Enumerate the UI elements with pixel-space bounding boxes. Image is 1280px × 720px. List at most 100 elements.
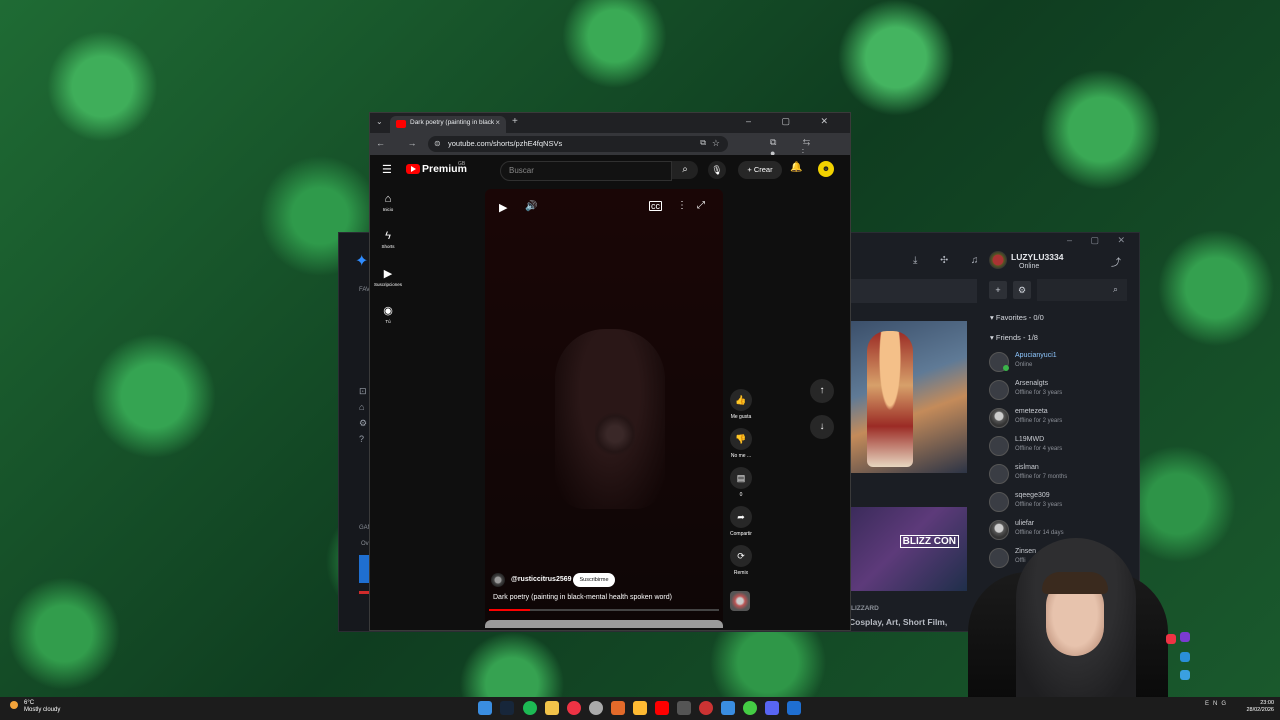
open-in-icon[interactable]: ⧉	[700, 138, 706, 148]
home-icon: ⌂	[384, 193, 392, 205]
create-label: Crear	[753, 165, 773, 174]
youtube-logo-icon[interactable]	[406, 164, 420, 174]
friend-name: emetezeta	[1015, 408, 1048, 415]
app-icon[interactable]	[611, 701, 625, 715]
share-button[interactable]: ➦ Compartir	[724, 506, 758, 537]
next-short-button[interactable]: ↓	[810, 415, 834, 439]
friend-item[interactable]: emetezeta Offline for 2 years	[989, 405, 1129, 431]
friend-avatar	[989, 464, 1009, 484]
favorites-label: Favorites - 0/0	[995, 313, 1044, 322]
friend-item[interactable]: sislman Offline for 7 months	[989, 461, 1129, 487]
dislike-button[interactable]: 👎 No me ...	[724, 428, 758, 459]
app-icon[interactable]	[721, 701, 735, 715]
chrome-icon[interactable]	[743, 701, 757, 715]
app-tray-icon[interactable]	[1180, 652, 1190, 662]
mic-icon: 🎙	[711, 165, 723, 175]
launcher-side-icons[interactable]: ⊡ ⌂ ⚙?	[359, 383, 367, 447]
volume-icon[interactable]: 🔊	[525, 201, 537, 212]
tab-close-icon[interactable]: ×	[495, 118, 500, 127]
next-short-preview[interactable]	[485, 620, 723, 628]
favorites-header[interactable]: ▾ Favorites - 0/0	[990, 313, 1044, 322]
user-avatar[interactable]	[989, 251, 1007, 269]
captions-icon[interactable]: cc	[649, 201, 662, 211]
app-icon[interactable]	[677, 701, 691, 715]
battlenet-icon[interactable]	[787, 701, 801, 715]
manage-friends-button[interactable]: ⚙	[1013, 281, 1031, 299]
youtube-icon[interactable]	[655, 701, 669, 715]
steam-icon[interactable]	[500, 701, 514, 715]
spotify-icon[interactable]	[523, 701, 537, 715]
blizzcon-card-image[interactable]: BLIZZ CON	[849, 507, 967, 591]
app-tray-icon[interactable]	[1180, 670, 1190, 680]
chrome-icon[interactable]	[567, 701, 581, 715]
launcher-username[interactable]: LUZYLU3334	[1011, 252, 1063, 262]
friend-item[interactable]: Apucianyuci1 Online	[989, 349, 1129, 375]
search-icon[interactable]: ⌕	[1113, 284, 1118, 295]
search-button[interactable]: ⌕	[672, 161, 698, 179]
site-info-icon[interactable]: ⊜	[434, 139, 441, 148]
window-controls[interactable]: – ▢ ✕	[746, 116, 842, 127]
you-icon: ◉	[383, 305, 393, 317]
menu-icon[interactable]: ☰	[382, 163, 392, 176]
shorts-video-player[interactable]: ▶ 🔊 cc ⋮ ⤢ @rusticcitrus2569 Suscribirme…	[485, 189, 723, 625]
bookmark-star-icon[interactable]: ☆	[712, 138, 720, 149]
launcher-news-strip	[849, 279, 977, 303]
launcher-toolbar-icons[interactable]: ⤓ ✣ ♫	[913, 255, 988, 266]
nav-shorts[interactable]: ϟ Shorts	[370, 230, 406, 249]
tab-search-icon[interactable]: ⌄	[376, 117, 383, 126]
nav-tu[interactable]: ◉ Tú	[370, 304, 406, 324]
subscribe-button[interactable]: Suscribirme	[573, 573, 615, 587]
url-text[interactable]: youtube.com/shorts/pzhE4fqNSVs	[448, 139, 562, 148]
dislike-icon: 👎	[730, 428, 752, 450]
friend-item[interactable]: sqeege309 Offline for 3 years	[989, 489, 1129, 515]
share-icon: ➦	[730, 506, 752, 528]
discord-icon[interactable]	[765, 701, 779, 715]
browser-tab[interactable]: Dark poetry (painting in black- ×	[390, 116, 506, 133]
voice-search-button[interactable]: 🎙	[708, 161, 726, 179]
notifications-bell-icon[interactable]: 🔔	[790, 162, 802, 173]
play-icon[interactable]: ▶	[499, 201, 507, 214]
file-explorer-icon[interactable]	[545, 701, 559, 715]
app-icon[interactable]	[699, 701, 713, 715]
sound-thumbnail[interactable]	[730, 591, 750, 611]
channel-name[interactable]: @rusticcitrus2569	[511, 576, 572, 583]
new-tab-button[interactable]: +	[512, 116, 518, 127]
friend-item[interactable]: Arsenalgts Offline for 3 years	[989, 377, 1129, 403]
friend-name: Apucianyuci1	[1015, 352, 1057, 359]
blizzcon-logo: BLIZZ CON	[899, 535, 959, 548]
launcher-window-controls[interactable]: – ▢ ✕	[1067, 235, 1133, 246]
comment-count: 0	[739, 492, 743, 498]
news-card-image[interactable]	[849, 321, 967, 473]
app-icon[interactable]	[633, 701, 647, 715]
country-code: GB	[458, 161, 466, 167]
channel-avatar[interactable]	[491, 573, 505, 587]
clock[interactable]: 23:00 28/02/2026	[1232, 700, 1274, 714]
app-icon[interactable]	[589, 701, 603, 715]
date: 28/02/2026	[1246, 707, 1274, 713]
friends-header[interactable]: ▾ Friends - 1/8	[990, 333, 1038, 342]
account-avatar[interactable]: ☻	[818, 161, 834, 177]
external-link-icon[interactable]: ⤴	[1111, 254, 1121, 269]
nav-inicio[interactable]: ⌂ Inicio	[370, 193, 406, 212]
friend-item[interactable]: L19MWD Offline for 4 years	[989, 433, 1129, 459]
search-input[interactable]: Buscar	[500, 161, 672, 181]
fullscreen-icon[interactable]: ⤢	[697, 200, 705, 211]
comments-button[interactable]: ▤ 0	[724, 467, 758, 498]
card-caption[interactable]: Cosplay, Art, Short Film,	[849, 617, 947, 627]
add-friend-button[interactable]: +	[989, 281, 1007, 299]
previous-short-button[interactable]: ↑	[810, 379, 834, 403]
app-tray-icon[interactable]	[1166, 634, 1176, 644]
like-button[interactable]: 👍 Me gusta	[724, 389, 758, 420]
video-title[interactable]: Dark poetry (painting in black-mental he…	[493, 594, 672, 601]
app-tray-icon[interactable]	[1180, 632, 1190, 642]
create-button[interactable]: + Crear	[738, 161, 782, 179]
video-progress-bar[interactable]	[489, 609, 719, 611]
omnibox[interactable]: ⊜ youtube.com/shorts/pzhE4fqNSVs ⧉ ☆	[428, 136, 728, 152]
nav-suscripciones[interactable]: ▶ Suscripciones	[370, 267, 406, 287]
system-tray[interactable]: ENG	[1205, 701, 1230, 707]
launcher-logo-icon[interactable]: ✦	[355, 251, 368, 271]
language-indicator[interactable]: ENG	[1205, 701, 1230, 707]
remix-button[interactable]: ⟳ Remix	[724, 545, 758, 576]
start-icon[interactable]	[478, 701, 492, 715]
more-options-icon[interactable]: ⋮	[677, 200, 687, 211]
